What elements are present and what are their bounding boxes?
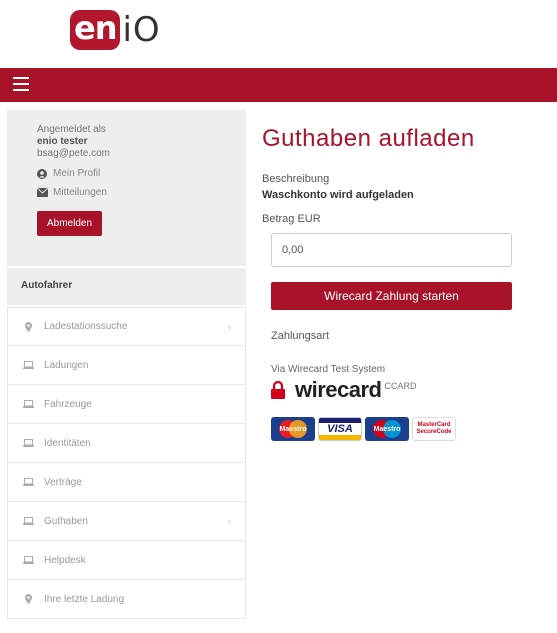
card-label: Maestro <box>279 425 307 433</box>
profile-link-label: Mein Profil <box>53 168 101 179</box>
sidebar-menu: Ladestationssuche ‹ Ladungen Fahrzeuge I… <box>7 307 246 619</box>
laptop-icon <box>22 361 34 369</box>
sidebar-section-title: Autofahrer <box>7 268 246 305</box>
laptop-icon <box>22 517 34 525</box>
sidebar-item-helpdesk[interactable]: Helpdesk <box>7 541 246 580</box>
payment-type-label: Zahlungsart <box>271 330 330 342</box>
sidebar-item-identitaeten[interactable]: Identitäten <box>7 424 246 463</box>
mastercard-securecode-icon: MasterCard SecureCode <box>412 417 456 441</box>
laptop-icon <box>22 478 34 486</box>
hamburger-icon[interactable] <box>13 77 29 93</box>
sidebar-item-label: Guthaben <box>44 515 88 527</box>
sidebar-item-label: Verträge <box>44 476 82 488</box>
via-wirecard-text: Via Wirecard Test System <box>271 364 386 375</box>
page-title: Guthaben aufladen <box>262 125 475 152</box>
enio-logo[interactable]: en iO <box>70 6 161 54</box>
sidebar-item-label: Helpdesk <box>44 554 86 566</box>
card-label: Maestro <box>373 425 401 433</box>
sidebar-item-letzte-ladung[interactable]: Ihre letzte Ladung <box>7 580 246 619</box>
maestro-card-icon: Maestro <box>271 417 315 441</box>
messages-link-label: Mitteilungen <box>53 187 107 198</box>
wirecard-pay-button[interactable]: Wirecard Zahlung starten <box>271 282 512 310</box>
card-logos: Maestro VISA Maestro MasterCard SecureCo… <box>271 417 532 441</box>
laptop-icon <box>22 556 34 564</box>
profile-link[interactable]: Mein Profil <box>37 168 246 179</box>
sidebar-item-fahrzeuge[interactable]: Fahrzeuge <box>7 385 246 424</box>
ccard-label: CCARD <box>384 381 417 391</box>
sidebar-item-label: Fahrzeuge <box>44 398 92 410</box>
messages-link[interactable]: Mitteilungen <box>36 187 246 198</box>
sidebar-item-label: Ladestationssuche <box>44 321 128 332</box>
description-value: Waschkonto wird aufgeladen <box>262 189 414 201</box>
chevron-left-icon: ‹ <box>228 322 231 332</box>
user-name: enio tester <box>37 136 88 147</box>
wirecard-wordmark: wirecard <box>295 377 382 402</box>
sidebar-item-label: Identitäten <box>44 437 91 449</box>
card-label: VISA <box>327 423 353 435</box>
map-pin-icon <box>22 594 34 604</box>
wirecard-logo: wirecard CCARD <box>271 377 532 403</box>
amount-input[interactable]: 0,00 <box>271 233 512 267</box>
laptop-icon <box>22 400 34 408</box>
logo-en: en <box>70 10 121 50</box>
user-panel: Angemeldet als enio tester bsag@pete.com… <box>7 110 246 266</box>
sidebar-item-ladungen[interactable]: Ladungen <box>7 346 246 385</box>
sidebar-item-ladestationssuche[interactable]: Ladestationssuche ‹ <box>7 307 246 346</box>
logo-io: iO <box>122 10 161 50</box>
chevron-left-icon: ‹ <box>228 516 231 526</box>
lock-icon <box>271 380 287 399</box>
top-navbar <box>0 68 557 102</box>
header: en iO <box>0 0 557 66</box>
visa-card-icon: VISA <box>318 417 362 441</box>
laptop-icon <box>22 439 34 447</box>
sidebar-item-guthaben[interactable]: Guthaben ‹ <box>7 502 246 541</box>
user-email: bsag@pete.com <box>37 148 110 159</box>
user-circle-icon <box>37 168 47 179</box>
description-label: Beschreibung <box>262 173 330 185</box>
logged-in-as-text: Angemeldet als <box>37 124 106 135</box>
maestro-card-icon: Maestro <box>365 417 409 441</box>
sidebar-item-vertraege[interactable]: Verträge <box>7 463 246 502</box>
envelope-icon <box>36 187 49 198</box>
sidebar: Angemeldet als enio tester bsag@pete.com… <box>7 110 246 630</box>
sidebar-item-label: Ladungen <box>44 359 89 371</box>
sidebar-item-label: Ihre letzte Ladung <box>44 593 125 605</box>
logout-button[interactable]: Abmelden <box>37 211 103 236</box>
amount-label: Betrag EUR <box>262 213 321 225</box>
main-content: Guthaben aufladen Beschreibung Waschkont… <box>262 125 532 441</box>
map-pin-icon <box>22 321 34 332</box>
card-label: MasterCard SecureCode <box>416 422 452 435</box>
